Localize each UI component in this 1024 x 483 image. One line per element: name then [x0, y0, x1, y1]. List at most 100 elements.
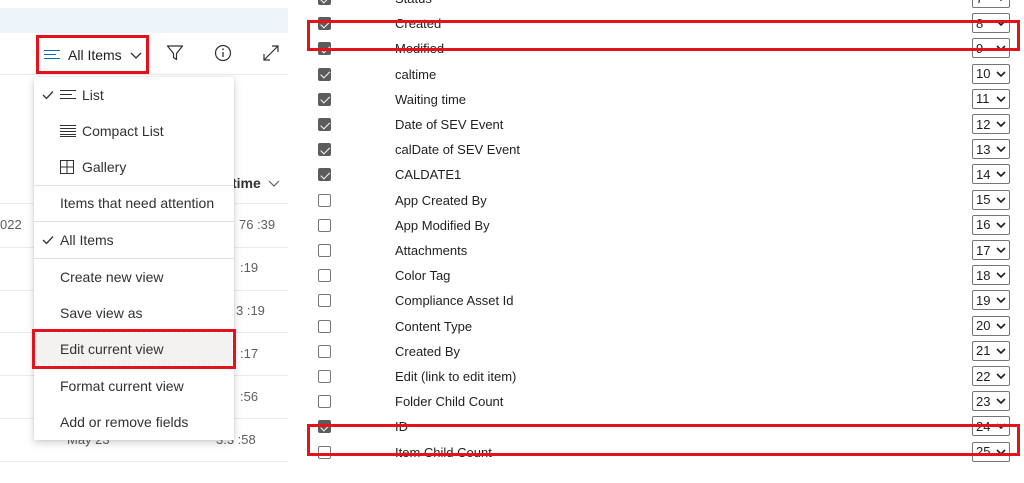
position-value: 8 — [976, 15, 984, 31]
expand-icon[interactable] — [261, 43, 281, 63]
menu-item-gallery[interactable]: Gallery — [34, 149, 234, 185]
chevron-down-icon — [996, 121, 1006, 128]
position-select[interactable]: 7 — [972, 0, 1010, 8]
gallery-icon — [60, 160, 74, 174]
position-select[interactable]: 22 — [972, 366, 1010, 386]
field-row: Date of SEV Event 12 — [288, 113, 1024, 138]
menu-item-add-remove-fields[interactable]: Add or remove fields — [34, 404, 234, 440]
field-name: calDate of SEV Event — [395, 142, 521, 158]
field-name: caltime — [395, 66, 437, 82]
position-select[interactable]: 20 — [972, 315, 1010, 336]
field-checkbox[interactable] — [318, 344, 331, 358]
field-checkbox[interactable] — [318, 42, 331, 56]
menu-item-edit-current-view[interactable]: Edit current view — [32, 329, 236, 369]
position-value: 9 — [976, 40, 984, 56]
field-checkbox[interactable] — [318, 395, 331, 409]
position-value: 7 — [976, 0, 996, 6]
position-select[interactable]: 18 — [972, 265, 1010, 286]
position-select[interactable]: 8 — [972, 13, 1010, 34]
field-name: Attachments — [395, 243, 468, 258]
menu-item-create-new-view[interactable]: Create new view — [34, 259, 234, 295]
field-checkbox[interactable] — [318, 193, 331, 207]
position-select[interactable]: 11 — [972, 88, 1010, 109]
field-checkbox[interactable] — [318, 17, 331, 31]
field-checkbox[interactable] — [318, 319, 331, 333]
field-checkbox[interactable] — [318, 420, 331, 434]
position-select[interactable]: 13 — [972, 139, 1010, 160]
chevron-down-icon — [996, 171, 1006, 178]
position-select[interactable]: 16 — [972, 214, 1010, 235]
position-select[interactable]: 24 — [972, 416, 1010, 437]
chevron-down-icon — [996, 20, 1006, 27]
field-name: ID — [395, 419, 408, 435]
position-select[interactable]: 10 — [972, 63, 1010, 84]
menu-item-save-view-as[interactable]: Save view as — [34, 295, 234, 331]
view-switcher-label: All Items — [68, 46, 122, 63]
chevron-down-icon — [996, 323, 1006, 329]
position-value: 24 — [976, 418, 991, 434]
position-value: 21 — [976, 343, 991, 359]
position-value: 25 — [976, 444, 991, 460]
field-checkbox[interactable] — [318, 0, 331, 5]
menu-item-list[interactable]: List — [34, 77, 234, 113]
chevron-down-icon — [130, 52, 142, 59]
field-checkbox[interactable] — [318, 269, 331, 283]
field-checkbox[interactable] — [318, 143, 331, 157]
field-row: calDate of SEV Event 13 — [288, 138, 1024, 163]
position-select[interactable]: 21 — [972, 340, 1010, 361]
chevron-down-icon — [996, 71, 1006, 77]
filter-icon[interactable] — [165, 43, 185, 63]
field-row: Created By 21 — [288, 340, 1024, 365]
position-select[interactable]: 25 — [972, 441, 1010, 462]
menu-item-compact-list[interactable]: Compact List — [34, 113, 234, 149]
field-checkbox[interactable] — [318, 370, 331, 383]
position-select[interactable]: 14 — [972, 164, 1010, 185]
field-name: Status — [395, 0, 432, 6]
chevron-down-icon — [996, 247, 1006, 254]
header-strip — [0, 8, 288, 33]
position-value: 17 — [976, 242, 991, 258]
field-row: Status 7 — [288, 0, 1024, 12]
field-checkbox[interactable] — [318, 118, 331, 131]
field-checkbox[interactable] — [318, 445, 331, 459]
chevron-down-icon — [996, 297, 1006, 304]
field-name: Modified — [395, 41, 445, 57]
field-checkbox[interactable] — [318, 218, 331, 232]
checkmark-icon — [42, 91, 54, 100]
menu-item-format-current-view[interactable]: Format current view — [34, 368, 234, 404]
field-checkbox[interactable] — [318, 168, 331, 182]
menu-item-all-items[interactable]: All Items — [34, 222, 234, 258]
field-row: Created 8 — [288, 12, 1024, 37]
list-view-panel: All Items time 022 76 :39 :19 3 :19 :17 … — [0, 0, 288, 483]
field-row: caltime 10 — [288, 63, 1024, 88]
checkmark-icon — [42, 236, 54, 245]
table-cell: :56 — [240, 389, 259, 404]
position-select[interactable]: 15 — [972, 189, 1010, 210]
table-cell: 3 :19 — [236, 303, 265, 318]
field-name: Date of SEV Event — [395, 117, 504, 132]
field-checkbox[interactable] — [318, 92, 331, 106]
field-checkbox[interactable] — [318, 67, 331, 81]
field-checkbox[interactable] — [318, 244, 331, 257]
field-row: Edit (link to edit item) 22 — [288, 365, 1024, 390]
view-options-menu: List Compact List Gallery Items that nee… — [32, 77, 236, 440]
field-checkbox[interactable] — [318, 294, 331, 308]
view-switcher-button[interactable]: All Items — [36, 35, 149, 74]
position-select[interactable]: 12 — [972, 114, 1010, 134]
position-select[interactable]: 23 — [972, 391, 1010, 412]
position-value: 15 — [976, 192, 991, 208]
menu-item-items-need-attention[interactable]: Items that need attention — [34, 185, 234, 221]
position-select[interactable]: 17 — [972, 240, 1010, 260]
position-select[interactable]: 19 — [972, 290, 1010, 311]
command-bar: All Items — [0, 33, 288, 75]
info-icon[interactable] — [213, 43, 233, 63]
position-value: 23 — [976, 393, 991, 409]
list-view-icon — [44, 49, 60, 61]
field-name: Folder Child Count — [395, 394, 504, 410]
compact-list-icon — [60, 125, 76, 137]
column-header-time[interactable]: time — [232, 175, 281, 191]
field-name: CALDATE1 — [395, 167, 462, 183]
chevron-down-icon — [996, 96, 1006, 102]
position-select[interactable]: 9 — [972, 38, 1010, 59]
table-cell: 76 :39 — [239, 217, 276, 232]
